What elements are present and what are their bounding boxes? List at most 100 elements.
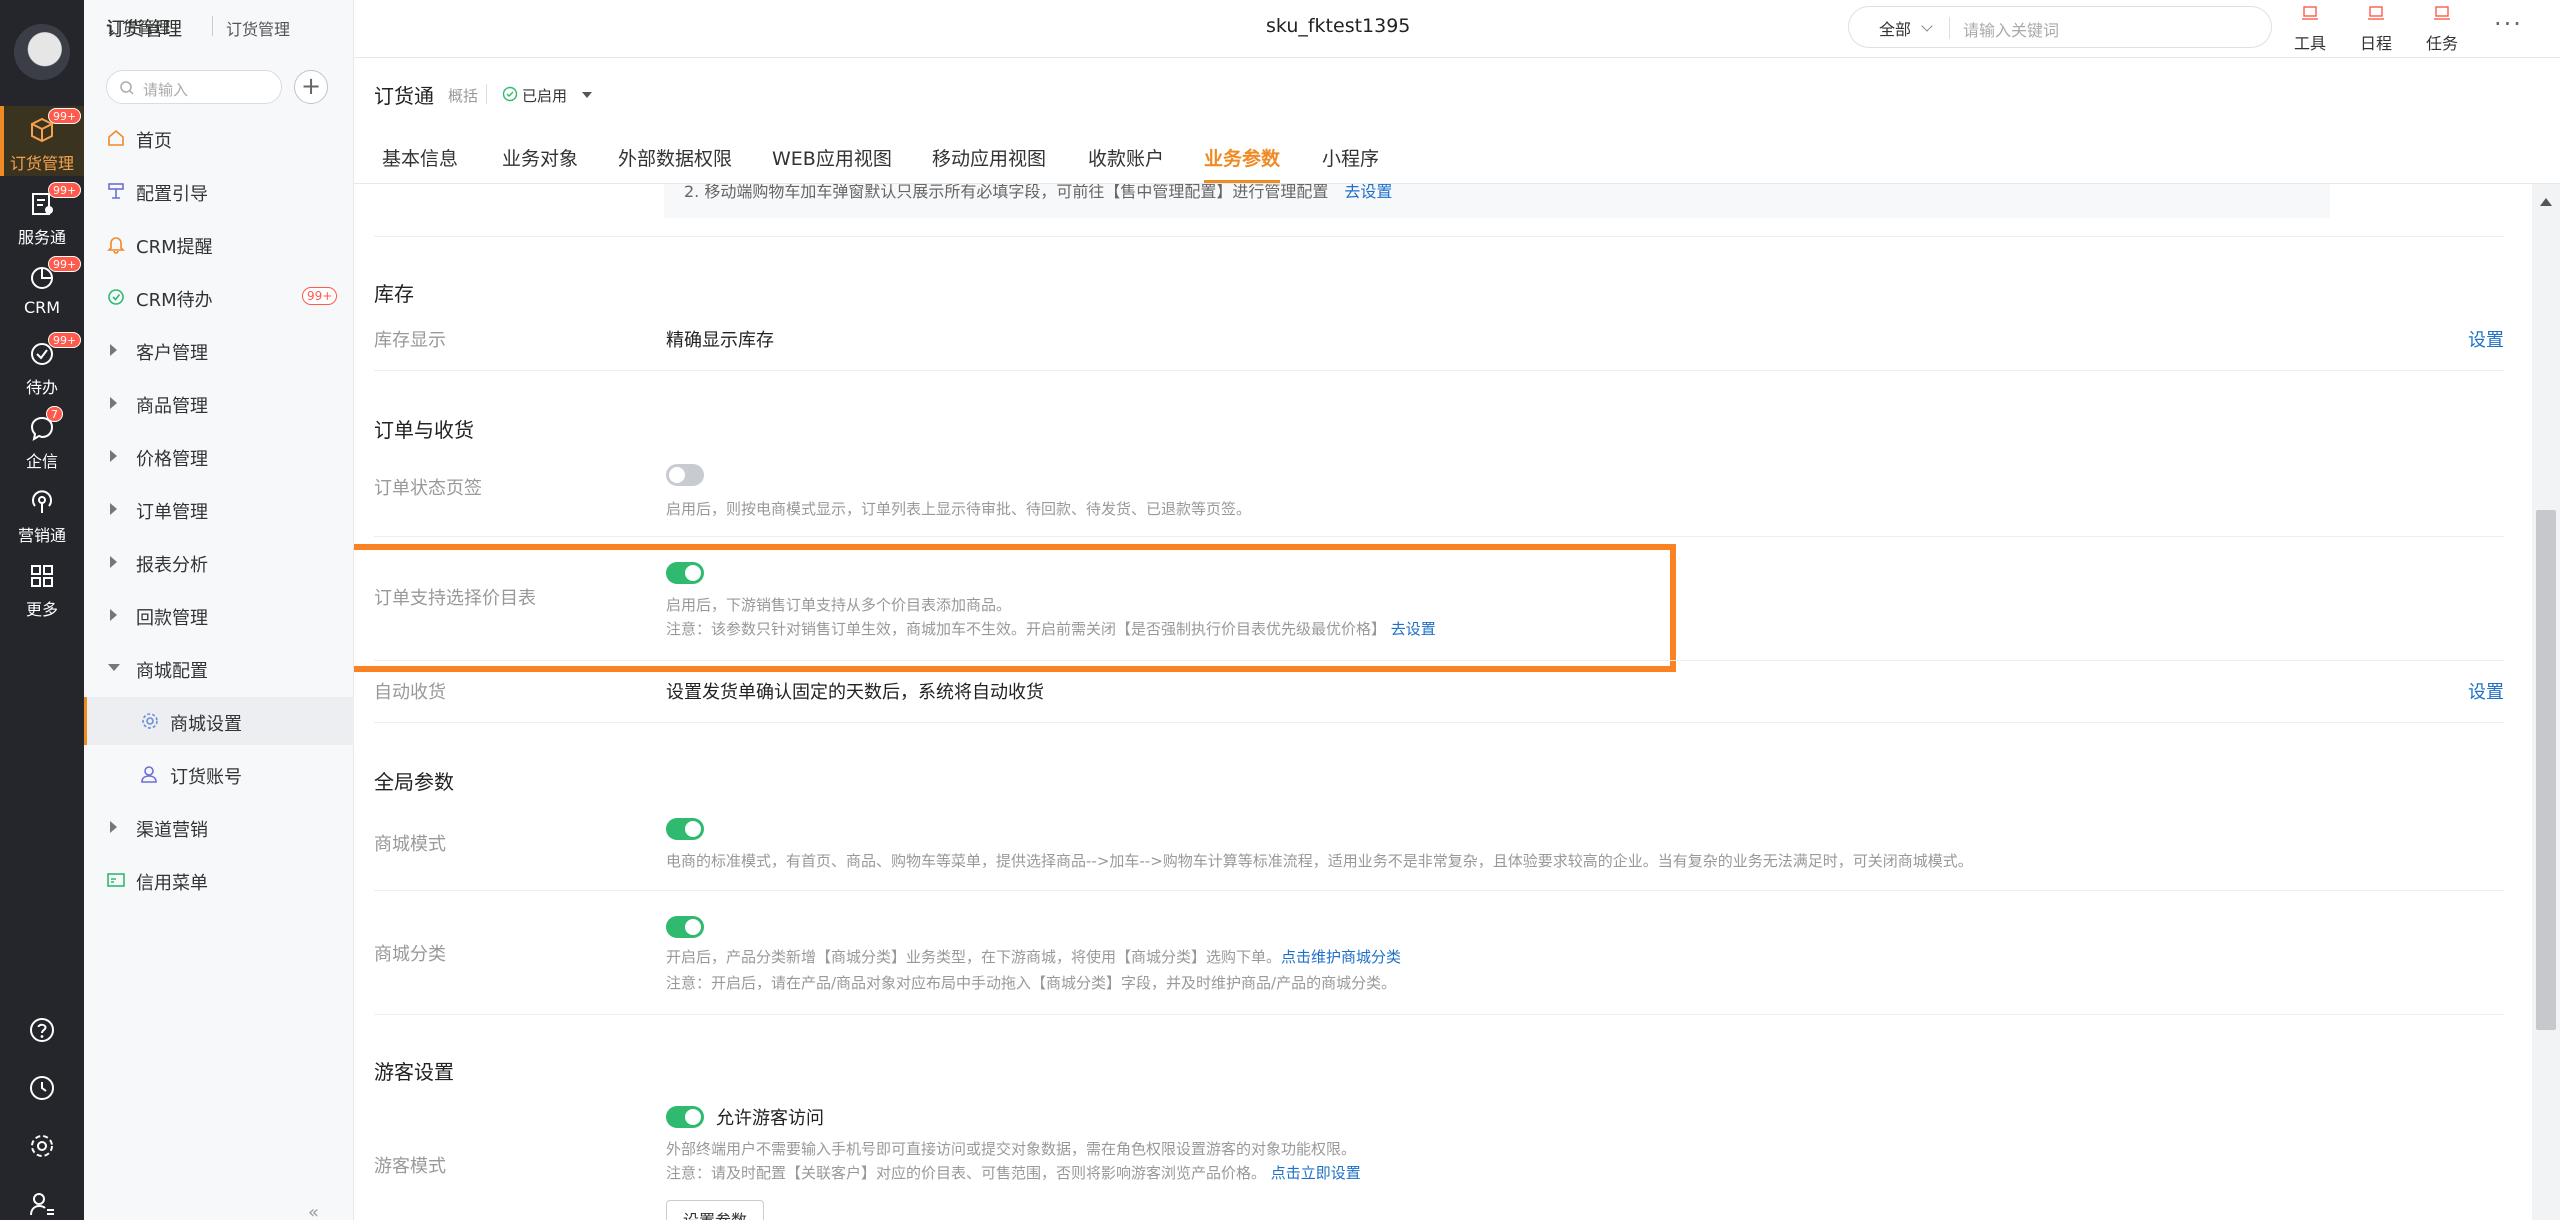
tab-mobile-app-view[interactable]: 移动应用视图 [932,144,1046,171]
guest-mode-desc-2-text: 注意：请及时配置【关联客户】对应的价目表、可售范围，否则将影响游客浏览产品价格。 [666,1164,1267,1182]
rail-item-order-management[interactable]: 99+ 订货管理 [0,106,84,176]
nav-item-price-management[interactable]: 价格管理 [84,432,354,480]
user-account-icon [141,766,157,783]
caret-down-icon[interactable] [582,92,592,98]
sub-navigation: 订货管理 请输入 + 首页 配置引导 CRM提醒 CRM待办 99+ 客户管理 [84,0,354,1220]
global-search[interactable]: 全部 请输入关键词 [1848,6,2272,48]
user-settings-icon[interactable] [28,1190,56,1218]
nav-item-crm-reminder[interactable]: CRM提醒 [84,220,354,268]
guest-set-now-link[interactable]: 点击立即设置 [1271,1164,1361,1182]
tab-mini-program[interactable]: 小程序 [1322,144,1379,171]
subnav-search-input[interactable]: 请输入 [106,70,282,104]
rail-item-label: 企信 [25,452,58,471]
set-params-button[interactable]: 设置参数 [666,1200,765,1220]
more-options-icon[interactable]: ··· [2494,10,2523,38]
nav-item-mall-settings[interactable]: 商城设置 [84,697,354,745]
section-title-order: 订单与收货 [374,418,474,442]
help-icon[interactable] [28,1016,56,1044]
tool-button-tasks[interactable]: 任务 [2422,4,2462,54]
nav-item-label: 渠道营销 [136,820,208,841]
nav-item-order-management[interactable]: 订单管理 [84,485,354,533]
rail-item-label: 订货管理 [9,154,74,173]
app-header: 订货通 概括 已启用 [354,58,2560,126]
collapse-sidebar-icon[interactable]: « [308,1202,319,1220]
mall-mode-desc: 电商的标准模式，有首页、商品、购物车等菜单，提供选择商品-->加车-->购物车计… [666,852,1973,870]
section-title-global: 全局参数 [374,770,454,794]
mall-category-toggle[interactable] [666,916,704,938]
rail-badge: 99+ [48,182,82,198]
nav-item-order-account[interactable]: 订货账号 [84,750,354,798]
row-label-mall-category: 商城分类 [374,944,446,965]
tab-payment-account[interactable]: 收款账户 [1088,144,1164,171]
mall-category-desc-1: 开启后，产品分类新增【商城分类】业务类型，在下游商城，将使用【商城分类】选购下单… [666,946,1401,967]
status-dropdown[interactable]: 已启用 [522,85,567,106]
nav-item-config-guide[interactable]: 配置引导 [84,167,354,215]
clock-icon[interactable] [28,1074,56,1102]
rail-item-marketing[interactable]: 营销通 [0,478,84,548]
divider [374,660,2504,661]
tab-basic-info[interactable]: 基本信息 [382,144,458,171]
note-go-settings-link[interactable]: 去设置 [1344,184,1392,201]
rail-item-label: 营销通 [17,526,66,545]
nav-item-label: 客户管理 [136,343,208,364]
scrollbar-thumb[interactable] [2536,510,2556,1030]
breadcrumb-divider [212,16,213,36]
nav-item-product-management[interactable]: 商品管理 [84,379,354,427]
gear-icon [142,713,158,729]
row-label-inventory-display: 库存显示 [374,330,446,351]
search-divider [1949,17,1950,39]
rail-item-label: 服务通 [17,228,66,247]
row-label-auto-receive: 自动收货 [374,682,446,703]
tab-web-app-view[interactable]: WEB应用视图 [772,144,892,171]
divider [374,370,2504,371]
order-status-tab-toggle[interactable] [666,464,704,486]
note-text-body: 2. 移动端购物车加车弹窗默认只展示所有必填字段，可前往【售中管理配置】进行管理… [684,184,1329,201]
inventory-settings-link[interactable]: 设置 [2468,326,2504,352]
divider [374,1014,2504,1015]
nav-item-customer-management[interactable]: 客户管理 [84,326,354,374]
tab-business-objects[interactable]: 业务对象 [502,144,578,171]
rail-item-todo[interactable]: 99+ 待办 [0,330,84,400]
nav-item-channel-marketing[interactable]: 渠道营销 [84,803,354,851]
row-value-inventory-display: 精确显示库存 [666,330,774,351]
home-icon [108,129,124,146]
section-title-inventory: 库存 [374,282,414,306]
left-rail: 99+ 订货管理 99+ 服务通 99+ CRM 99+ 待办 7 企信 营销通 [0,0,84,1220]
add-button[interactable]: + [294,70,328,104]
rail-item-service[interactable]: 99+ 服务通 [0,180,84,250]
nav-item-mall-config[interactable]: 商城配置 [84,644,354,692]
nav-item-payment-management[interactable]: 回款管理 [84,591,354,639]
tab-business-params[interactable]: 业务参数 [1204,144,1280,171]
search-scope-select[interactable]: 全部 [1879,16,1911,40]
tool-button-schedule[interactable]: 日程 [2356,4,2396,54]
tool-label: 工具 [2293,34,2326,53]
active-tab-underline [1204,180,1280,183]
nav-item-home[interactable]: 首页 [84,114,354,162]
settings-gear-icon[interactable] [28,1132,56,1160]
nav-item-credit-menu[interactable]: 信用菜单 [84,856,354,904]
expand-arrow-icon [110,397,117,409]
tool-button-tools[interactable]: 工具 [2290,4,2330,54]
nav-item-label: 订单管理 [136,502,208,523]
auto-receive-settings-link[interactable]: 设置 [2468,678,2504,704]
mall-mode-toggle[interactable] [666,818,704,840]
card-icon [107,873,125,887]
rail-item-crm[interactable]: 99+ CRM [0,254,84,324]
collapse-arrow-icon [108,664,120,671]
search-placeholder: 请输入关键词 [1963,21,2060,40]
rail-item-messaging[interactable]: 7 企信 [0,404,84,474]
app-overview-link[interactable]: 概括 [448,85,478,106]
maintain-mall-category-link[interactable]: 点击维护商城分类 [1281,948,1401,966]
nav-item-report-analysis[interactable]: 报表分析 [84,538,354,586]
rail-item-more[interactable]: 更多 [0,552,84,622]
user-avatar[interactable] [14,24,70,80]
check-circle-icon [108,289,124,305]
nav-item-crm-todo[interactable]: CRM待办 99+ [84,273,354,321]
check-circle-icon [502,86,518,102]
guest-mode-toggle[interactable] [666,1106,704,1128]
vertical-scrollbar[interactable] [2532,184,2560,1220]
scroll-up-arrow-icon[interactable] [2540,198,2552,206]
search-icon [120,81,134,95]
tab-external-data-permission[interactable]: 外部数据权限 [618,144,732,171]
breadcrumb-root[interactable]: 订货管理 [106,14,170,38]
